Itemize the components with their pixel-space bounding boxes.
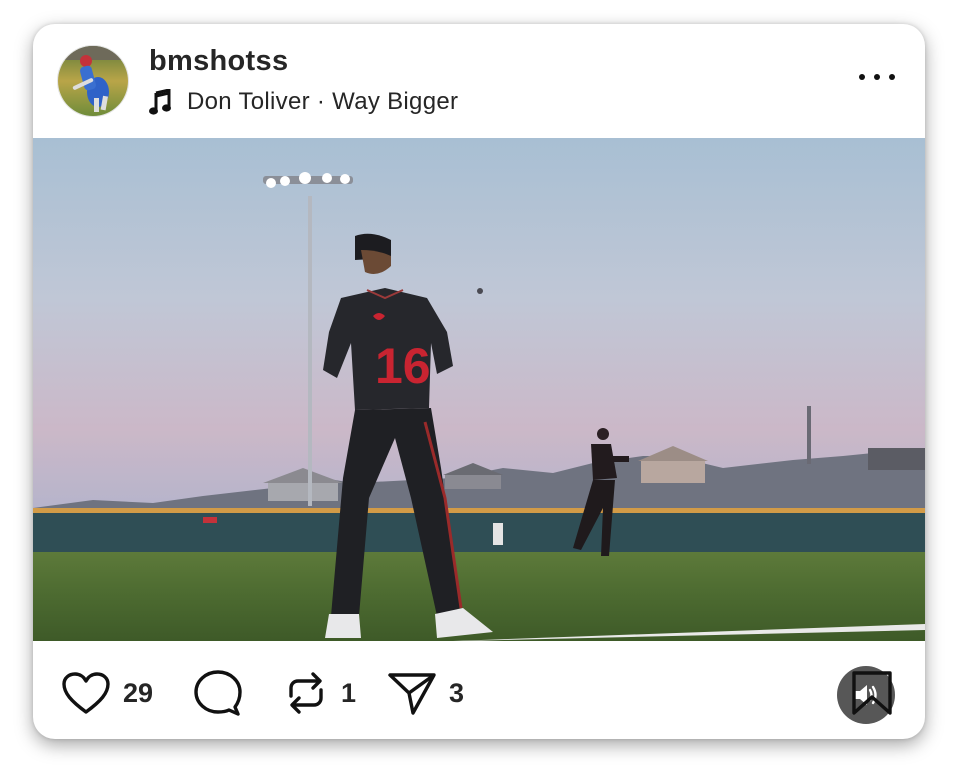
share-action: 3 <box>387 671 464 715</box>
share-count: 3 <box>449 677 465 708</box>
avatar[interactable] <box>57 45 129 117</box>
comment-icon[interactable] <box>193 670 243 716</box>
save-action <box>851 671 893 715</box>
send-icon[interactable] <box>387 670 437 716</box>
like-action: 29 <box>61 671 153 715</box>
bookmark-icon[interactable] <box>851 670 893 716</box>
comment-action <box>193 670 243 716</box>
audio-row[interactable]: Don Toliver · Way Bigger <box>149 87 458 117</box>
like-count: 29 <box>123 677 154 708</box>
jersey-number: 16 <box>375 338 431 394</box>
more-horizontal-icon <box>859 74 865 80</box>
repost-count: 1 <box>341 677 357 708</box>
post-header: bmshotss Don Toliver · Way Bigger <box>33 24 925 138</box>
repost-action: 1 <box>283 671 356 715</box>
more-options-button[interactable] <box>857 62 897 92</box>
music-note-icon <box>149 89 171 115</box>
post-actions: 29 1 3 <box>33 641 925 739</box>
post-media[interactable]: 16 <box>33 138 925 724</box>
username[interactable]: bmshotss <box>149 45 288 78</box>
post-card: bmshotss Don Toliver · Way Bigger 16 29 … <box>33 24 925 739</box>
heart-icon[interactable] <box>61 671 111 715</box>
audio-track-label: Don Toliver · Way Bigger <box>187 88 459 115</box>
repost-icon[interactable] <box>283 670 329 716</box>
